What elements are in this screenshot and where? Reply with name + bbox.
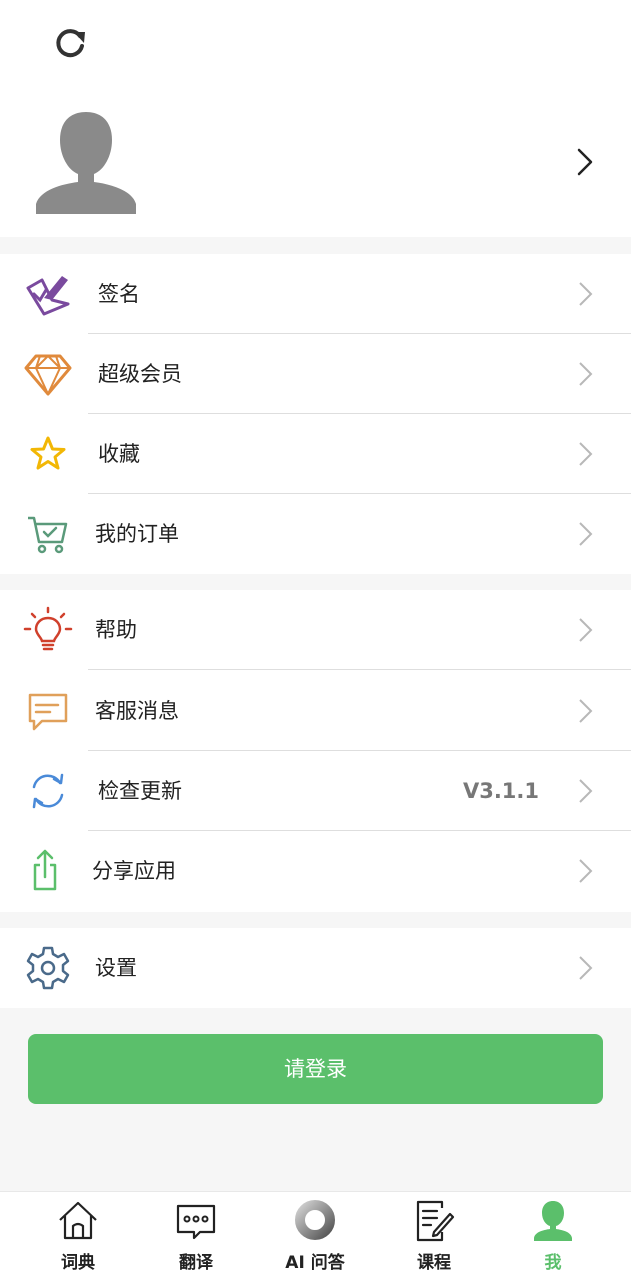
chevron-right-icon	[579, 442, 593, 466]
chevron-right-icon	[579, 282, 593, 306]
menu-item-customer-service[interactable]: 客服消息	[0, 671, 631, 751]
chevron-right-icon	[579, 522, 593, 546]
chevron-right-icon	[579, 779, 593, 803]
divider	[88, 669, 631, 670]
avatar[interactable]	[32, 108, 140, 216]
chevron-right-icon	[579, 956, 593, 980]
tab-label: 我	[544, 1253, 562, 1273]
chevron-right-icon	[579, 859, 593, 883]
translate-bubble-icon	[176, 1204, 216, 1240]
menu-group-account: 签名 超级会员 收藏 我的订单	[0, 254, 631, 574]
chevron-right-icon	[579, 699, 593, 723]
chevron-right-icon	[579, 362, 593, 386]
signature-icon	[26, 276, 70, 316]
menu-item-signature[interactable]: 签名	[0, 254, 631, 334]
cart-icon	[28, 516, 68, 554]
menu-item-label: 我的订单	[95, 522, 179, 546]
menu-item-settings[interactable]: 设置	[0, 928, 631, 1008]
tab-courses[interactable]: 课程	[384, 1192, 484, 1281]
bottom-tab-bar: 词典 翻译 AI 问答 课程 我	[0, 1191, 631, 1281]
menu-item-orders[interactable]: 我的订单	[0, 494, 631, 574]
lightbulb-icon	[23, 606, 73, 651]
star-icon	[30, 436, 66, 470]
menu-item-check-update[interactable]: 检查更新 V3.1.1	[0, 751, 631, 831]
gear-icon	[26, 946, 70, 990]
menu-item-label: 设置	[95, 956, 137, 980]
chevron-right-icon[interactable]	[570, 146, 598, 178]
tab-me[interactable]: 我	[503, 1192, 603, 1281]
notebook-pen-icon	[416, 1200, 455, 1242]
menu-item-help[interactable]: 帮助	[0, 590, 631, 670]
refresh-icon[interactable]	[50, 24, 90, 64]
menu-group-settings: 设置	[0, 928, 631, 1008]
tab-ai-qa[interactable]: AI 问答	[265, 1192, 365, 1281]
share-icon	[33, 849, 57, 891]
menu-item-super-vip[interactable]: 超级会员	[0, 334, 631, 414]
menu-item-label: 检查更新	[98, 779, 182, 803]
tab-translate[interactable]: 翻译	[146, 1192, 246, 1281]
diamond-icon	[24, 354, 72, 396]
chevron-right-icon	[579, 618, 593, 642]
person-icon	[534, 1201, 572, 1241]
tab-label: AI 问答	[285, 1253, 345, 1273]
menu-group-support: 帮助 客服消息 检查更新 V3.1.1 分享应用	[0, 590, 631, 912]
home-icon	[59, 1201, 97, 1240]
tab-label: 词典	[61, 1253, 95, 1273]
menu-item-label: 超级会员	[98, 362, 182, 386]
tab-dictionary[interactable]: 词典	[28, 1192, 128, 1281]
version-value: V3.1.1	[462, 779, 539, 803]
menu-item-label: 收藏	[98, 442, 140, 466]
ai-ring-icon	[295, 1200, 335, 1240]
menu-item-label: 签名	[98, 282, 140, 306]
tab-label: 课程	[417, 1253, 451, 1273]
menu-item-label: 客服消息	[95, 699, 179, 723]
menu-item-label: 帮助	[95, 618, 137, 642]
tab-label: 翻译	[179, 1253, 213, 1273]
chat-message-icon	[28, 693, 68, 731]
menu-item-label: 分享应用	[92, 859, 176, 883]
profile-header	[0, 0, 631, 237]
login-button[interactable]: 请登录	[28, 1034, 603, 1104]
menu-item-favorites[interactable]: 收藏	[0, 414, 631, 494]
menu-item-share-app[interactable]: 分享应用	[0, 831, 631, 911]
sync-icon	[32, 773, 64, 809]
